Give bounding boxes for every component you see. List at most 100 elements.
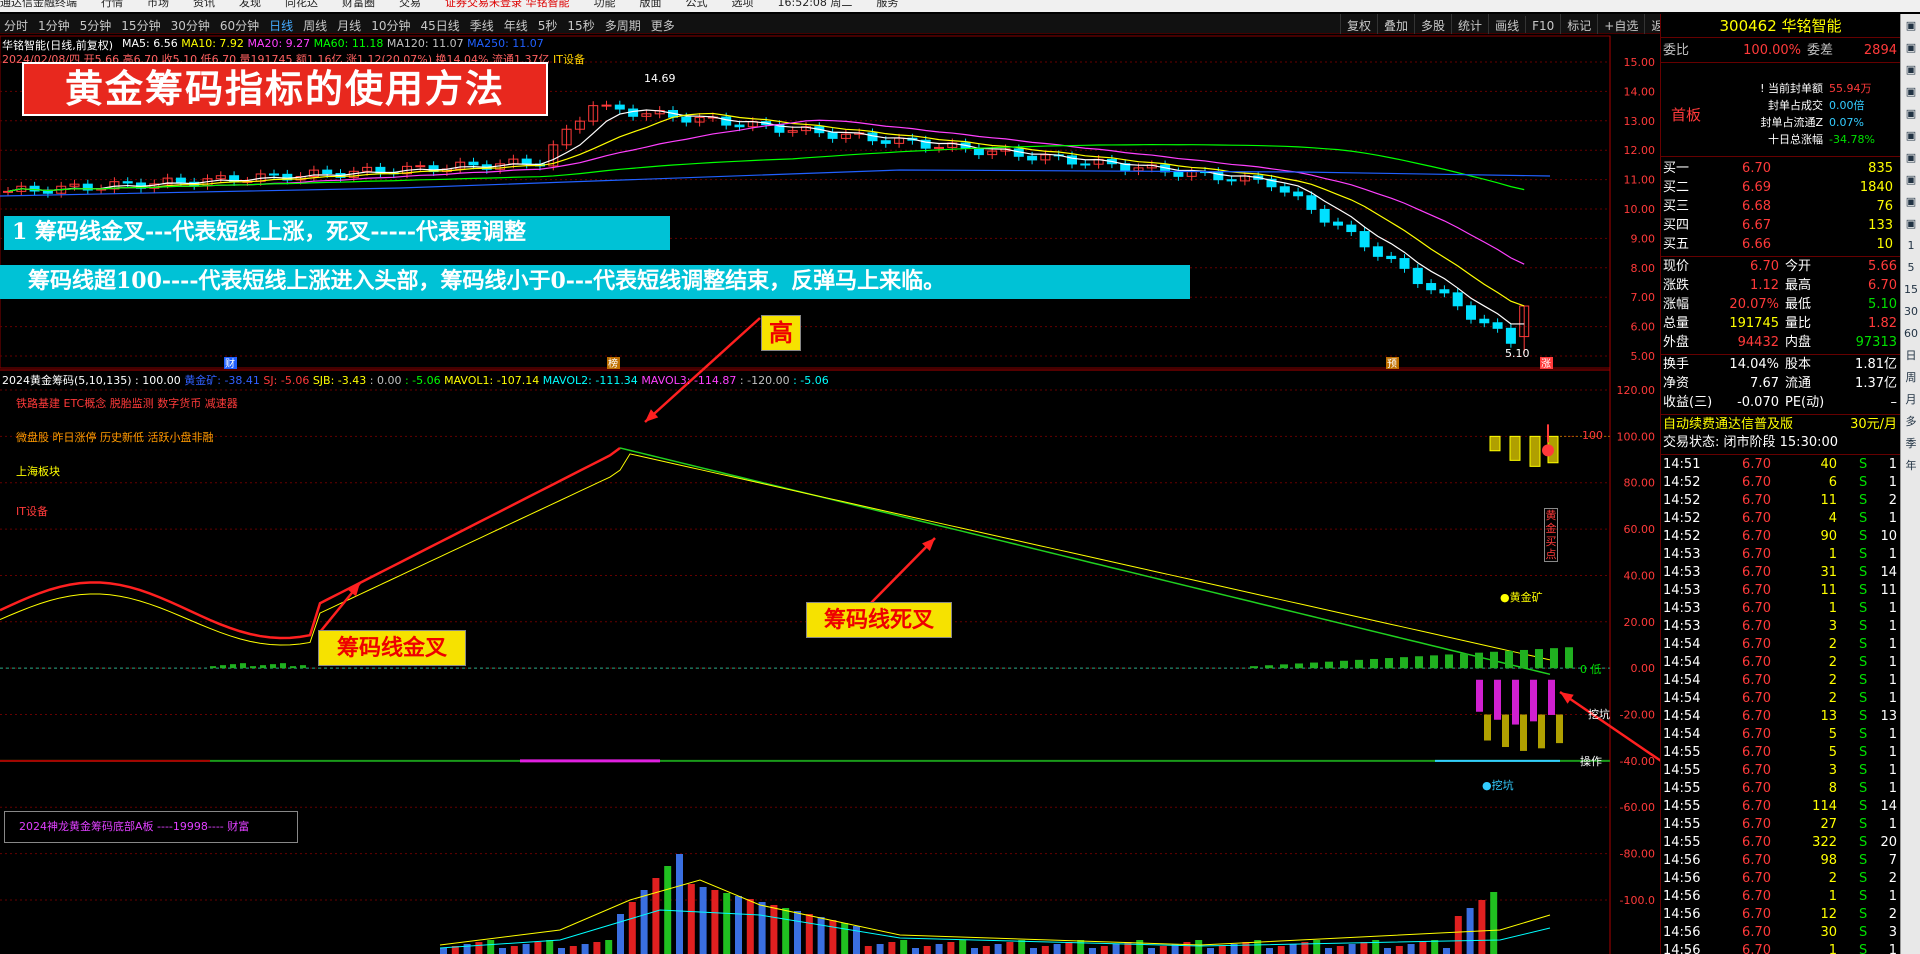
tick-count: 1 [1888,673,1897,688]
candle-body [1293,191,1304,197]
candle-body [521,158,532,165]
dig-bar-yellow [1538,714,1545,749]
stat-label: 外盘 [1663,335,1690,350]
stat-label: 今开 [1785,259,1812,274]
mm-icon[interactable]: ▣ [1903,172,1919,188]
volume-bar [569,946,577,954]
tick-time: 14:53 [1663,583,1701,598]
label-op: 操作 [1580,755,1602,768]
tick-time: 14:56 [1663,889,1701,904]
period-shortcut[interactable]: 年 [1903,458,1919,474]
chart-icon[interactable]: ▣ [1903,84,1919,100]
tick-count: 1 [1888,619,1897,634]
ma-value: MA60: 11.18 [313,37,387,50]
label-dig: 挖坑 [1588,708,1610,721]
seal-label: 封单占成交 [1768,99,1823,112]
tick-row: 14:52 6.70 90 S 10 [1661,528,1901,546]
indicator-value: : -120.00 [739,374,794,387]
volume-bar [593,942,601,954]
candle-body [1080,163,1091,166]
tick-volume: 40 [1820,457,1837,472]
tick-time: 14:54 [1663,709,1701,724]
stat-value: 20.07% [1729,297,1779,312]
period-shortcut[interactable]: 季 [1903,436,1919,452]
dig-bar-yellow [1520,714,1527,751]
period-shortcut[interactable]: 周 [1903,370,1919,386]
rsi-icon[interactable]: ▣ [1903,150,1919,166]
tick-time: 14:53 [1663,619,1701,634]
volume-bar [1407,944,1415,954]
period-shortcut[interactable]: 日 [1903,348,1919,364]
tick-time: 14:52 [1663,529,1701,544]
candle-body [681,116,692,123]
tick-volume: 27 [1820,817,1837,832]
price-tick: 13.00 [1624,115,1656,128]
tick-row: 14:53 6.70 1 S 1 [1661,600,1901,618]
event-marker-label: 榜 [608,357,618,370]
stat-value: 1.82 [1868,316,1897,331]
period-shortcut[interactable]: 多 [1903,414,1919,430]
indicator-value: 黄金矿: -38.41 [184,374,264,387]
bid-row: 买三 6.68 76 [1661,198,1901,216]
indicator-bar [1265,665,1273,669]
tick-time: 14:56 [1663,943,1701,954]
candle-body [3,190,13,193]
tick-count: 11 [1880,583,1897,598]
period-shortcut[interactable]: 5 [1903,260,1919,276]
grid-icon[interactable]: ▣ [1903,194,1919,210]
dig-bar-yellow [1484,714,1491,741]
promo-text: 自动续费通达信普及版 [1663,417,1794,432]
candle-body [1346,224,1357,233]
callout-dead-cross: 筹码线死叉 [806,602,952,638]
ma250-line [0,169,1551,197]
volume-bar [994,944,1002,954]
bid-row: 买四 6.67 133 [1661,217,1901,235]
tick-count: 1 [1888,727,1897,742]
period-shortcut[interactable]: 15 [1903,282,1919,298]
indicator-signature: 2024神龙黄金筹码底部A板 ----19998---- 财富 [4,811,298,843]
volume-bar [1289,944,1297,954]
candle-body [1213,171,1224,181]
tick-count: 1 [1888,547,1897,562]
event-marker-label: 涨 [1541,358,1551,370]
app-icon[interactable]: ▣ [1903,62,1919,78]
concepts-red: 铁路基建 ETC概念 脱胎监测 数字货币 减速器 [16,397,238,410]
tick-price: 6.70 [1742,565,1771,580]
candle-body [721,116,732,126]
wave-icon[interactable]: ▣ [1903,128,1919,144]
volume-bar [617,914,624,954]
tick-volume: 8 [1828,781,1837,796]
arrow-up-icon[interactable]: ▣ [1903,18,1919,34]
indicator-bar [1565,647,1573,669]
tick-count: 1 [1888,817,1897,832]
industry-label: IT设备 [16,505,48,518]
tick-price: 6.70 [1742,925,1771,940]
period-shortcut[interactable]: 月 [1903,392,1919,408]
volume-bar [912,948,919,954]
tick-row: 14:55 6.70 3 S 1 [1661,762,1901,780]
price-tick: 10.00 [1624,203,1656,216]
volume-bar [1041,946,1049,954]
line-icon[interactable]: ▣ [1903,106,1919,122]
volume-bar [770,905,778,954]
label-dig-pit: ●挖坑 [1482,779,1514,792]
arrow-down-icon[interactable]: ▣ [1903,40,1919,56]
candle-body [1319,208,1330,223]
period-shortcut[interactable]: 30 [1903,304,1919,320]
candle-body [601,104,612,107]
pencil-icon[interactable]: ▣ [1903,216,1919,232]
volume-bar [1089,948,1096,954]
volume-bar [522,944,530,954]
volume-bar [1242,942,1250,954]
bid-price: 6.69 [1742,180,1771,195]
stock-code-name: 300462 华铭智能 [1661,14,1900,38]
period-shortcut[interactable]: 1 [1903,238,1919,254]
volume-bar [1065,942,1073,954]
tick-time: 14:56 [1663,853,1701,868]
stat-label: PE(动) [1785,395,1825,410]
indicator-bar [1505,650,1513,669]
tick-volume: 11 [1820,583,1837,598]
volume-bar [1112,944,1120,954]
period-shortcut[interactable]: 60 [1903,326,1919,342]
stat-value: -0.070 [1737,395,1779,410]
